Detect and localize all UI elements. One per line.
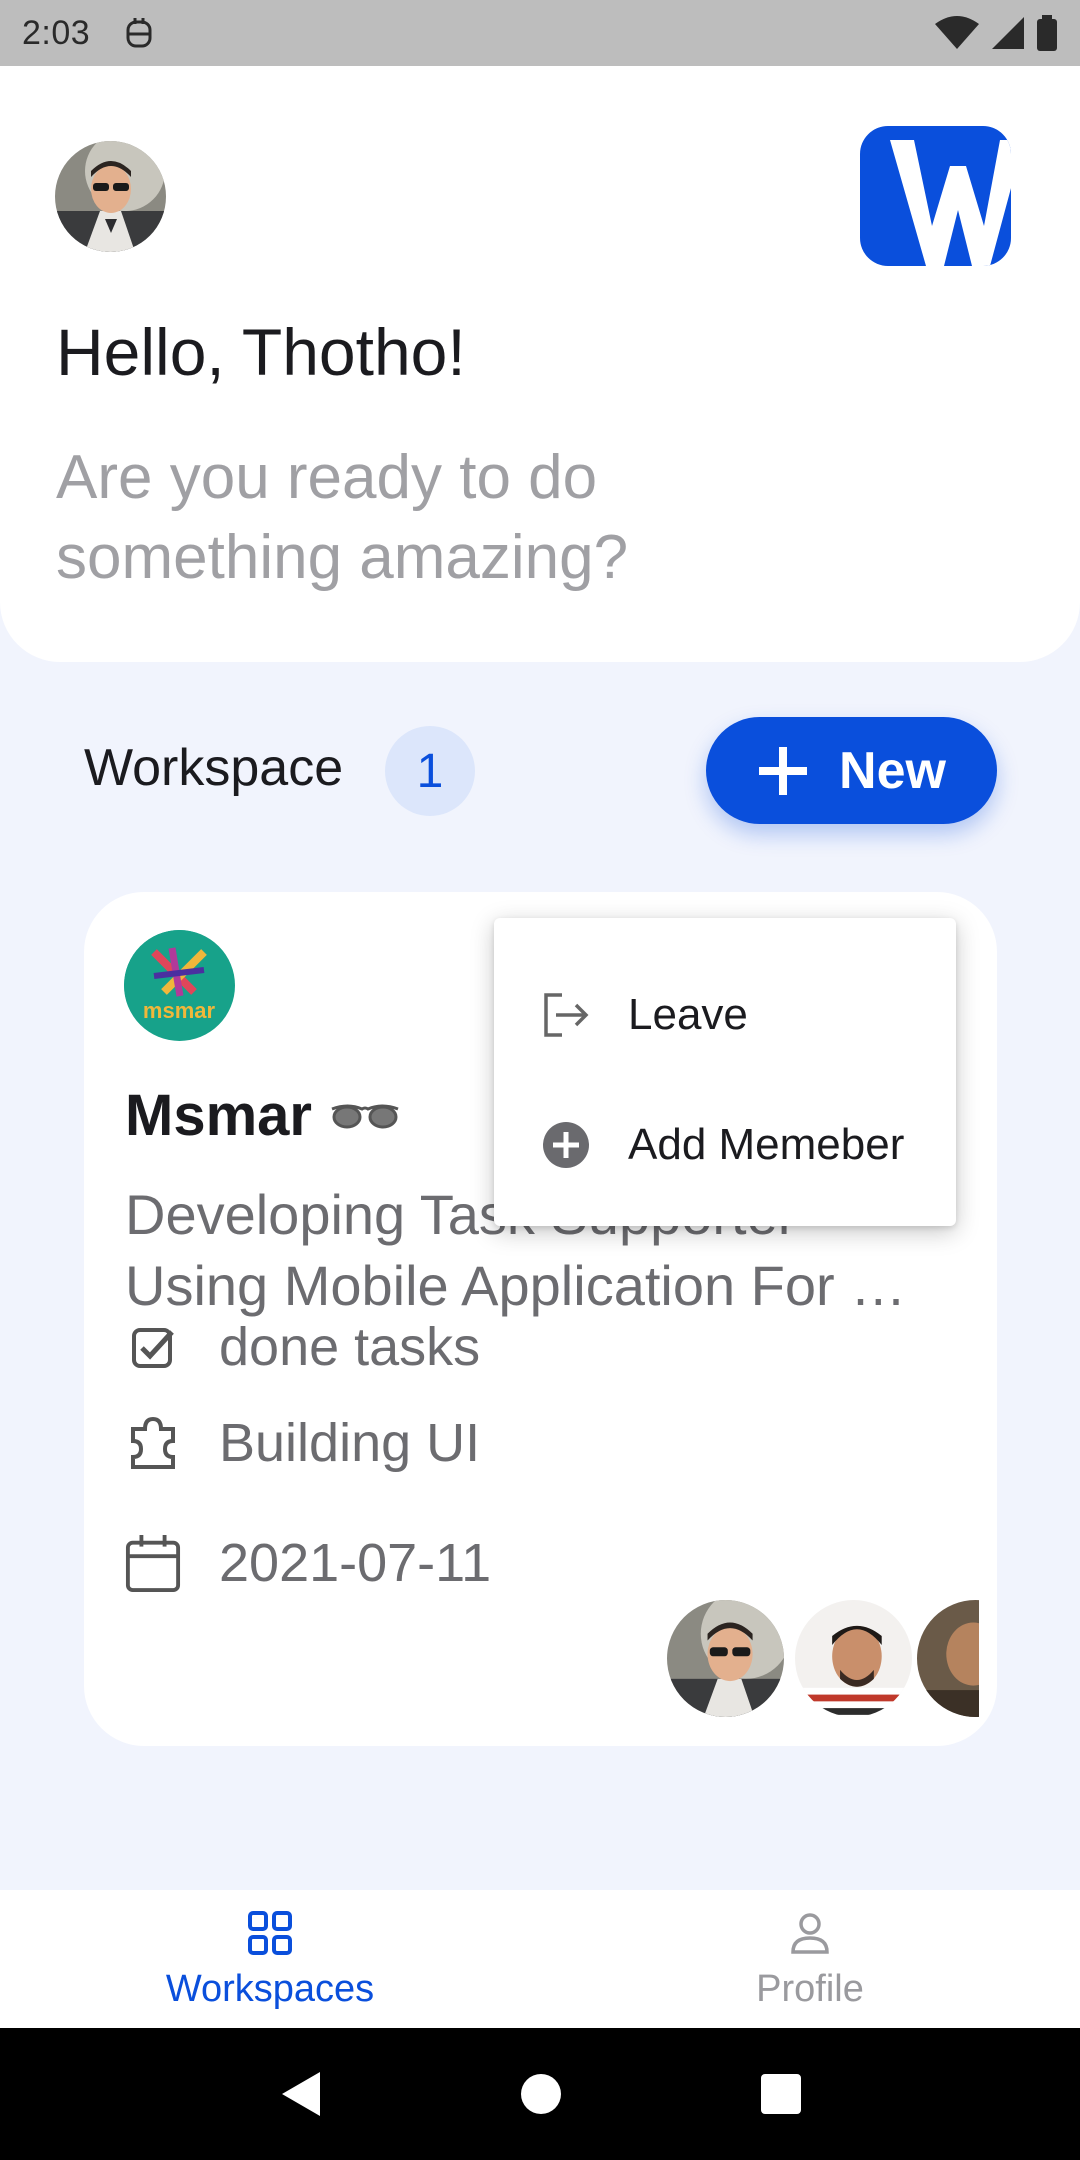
workspace-section-title: Workspace [84,739,344,797]
bottom-navigation: Workspaces Profile [0,1890,1080,2028]
done-tasks-label: done tasks [219,1317,481,1377]
menu-item-label: Add Memeber [628,1120,905,1169]
phase-label: Building UI [219,1413,481,1473]
grid-icon [248,1911,292,1955]
glasses-icon [331,1104,399,1128]
done-tasks-row: done tasks [125,1316,480,1378]
workspace-description-line2: Using Mobile Application For … [125,1254,907,1317]
workspace-name: Msmar [125,1083,312,1148]
phase-row: Building UI [125,1412,480,1474]
workspace-name-row: Msmar [125,1082,400,1149]
plus-icon [759,746,808,795]
new-button-label: New [839,741,946,800]
back-icon[interactable] [278,2070,322,2118]
user-avatar[interactable] [55,141,166,252]
battery-icon [1037,15,1057,51]
workspace-date: 2021-07-11 [219,1533,492,1593]
status-bar: 2:03 [0,0,1080,66]
header-card: Hello, Thotho! Are you ready to do somet… [0,66,1080,662]
menu-item-leave[interactable]: Leave [494,950,956,1080]
date-row: 2021-07-11 [125,1532,491,1594]
logout-icon [544,993,589,1037]
member-avatar[interactable] [913,1596,979,1721]
person-icon [791,1913,829,1954]
app-logo [860,126,1011,266]
nav-label: Profile [756,1968,864,2010]
workspace-count-badge: 1 [385,726,475,816]
workspace-popup-menu: Leave Add Memeber [494,918,956,1226]
signal-icon [992,17,1024,49]
greeting: Hello, Thotho! [56,315,466,389]
nav-workspaces[interactable]: Workspaces [0,1890,540,2028]
calendar-icon [125,1533,181,1593]
nav-label: Workspaces [165,1968,375,2010]
wifi-icon [935,16,979,49]
checkbox-icon [125,1317,181,1377]
recents-icon[interactable] [760,2073,802,2115]
workspace-logo: msmar [124,930,235,1041]
menu-item-add-member[interactable]: Add Memeber [494,1080,956,1210]
notification-icon [126,18,152,48]
nav-profile[interactable]: Profile [540,1890,1080,2028]
system-navigation-bar [0,2028,1080,2160]
member-avatar[interactable] [663,1596,788,1721]
new-workspace-button[interactable]: New [706,717,997,824]
puzzle-icon [125,1413,181,1473]
member-avatars[interactable] [663,1596,979,1721]
status-time: 2:03 [22,13,91,52]
workspace-logo-text: msmar [143,998,216,1023]
member-avatar[interactable] [791,1596,916,1721]
menu-item-label: Leave [628,990,748,1039]
home-icon[interactable] [519,2072,563,2116]
add-circle-icon [543,1122,589,1168]
greeting-subtitle: Are you ready to do something amazing? [56,443,629,592]
